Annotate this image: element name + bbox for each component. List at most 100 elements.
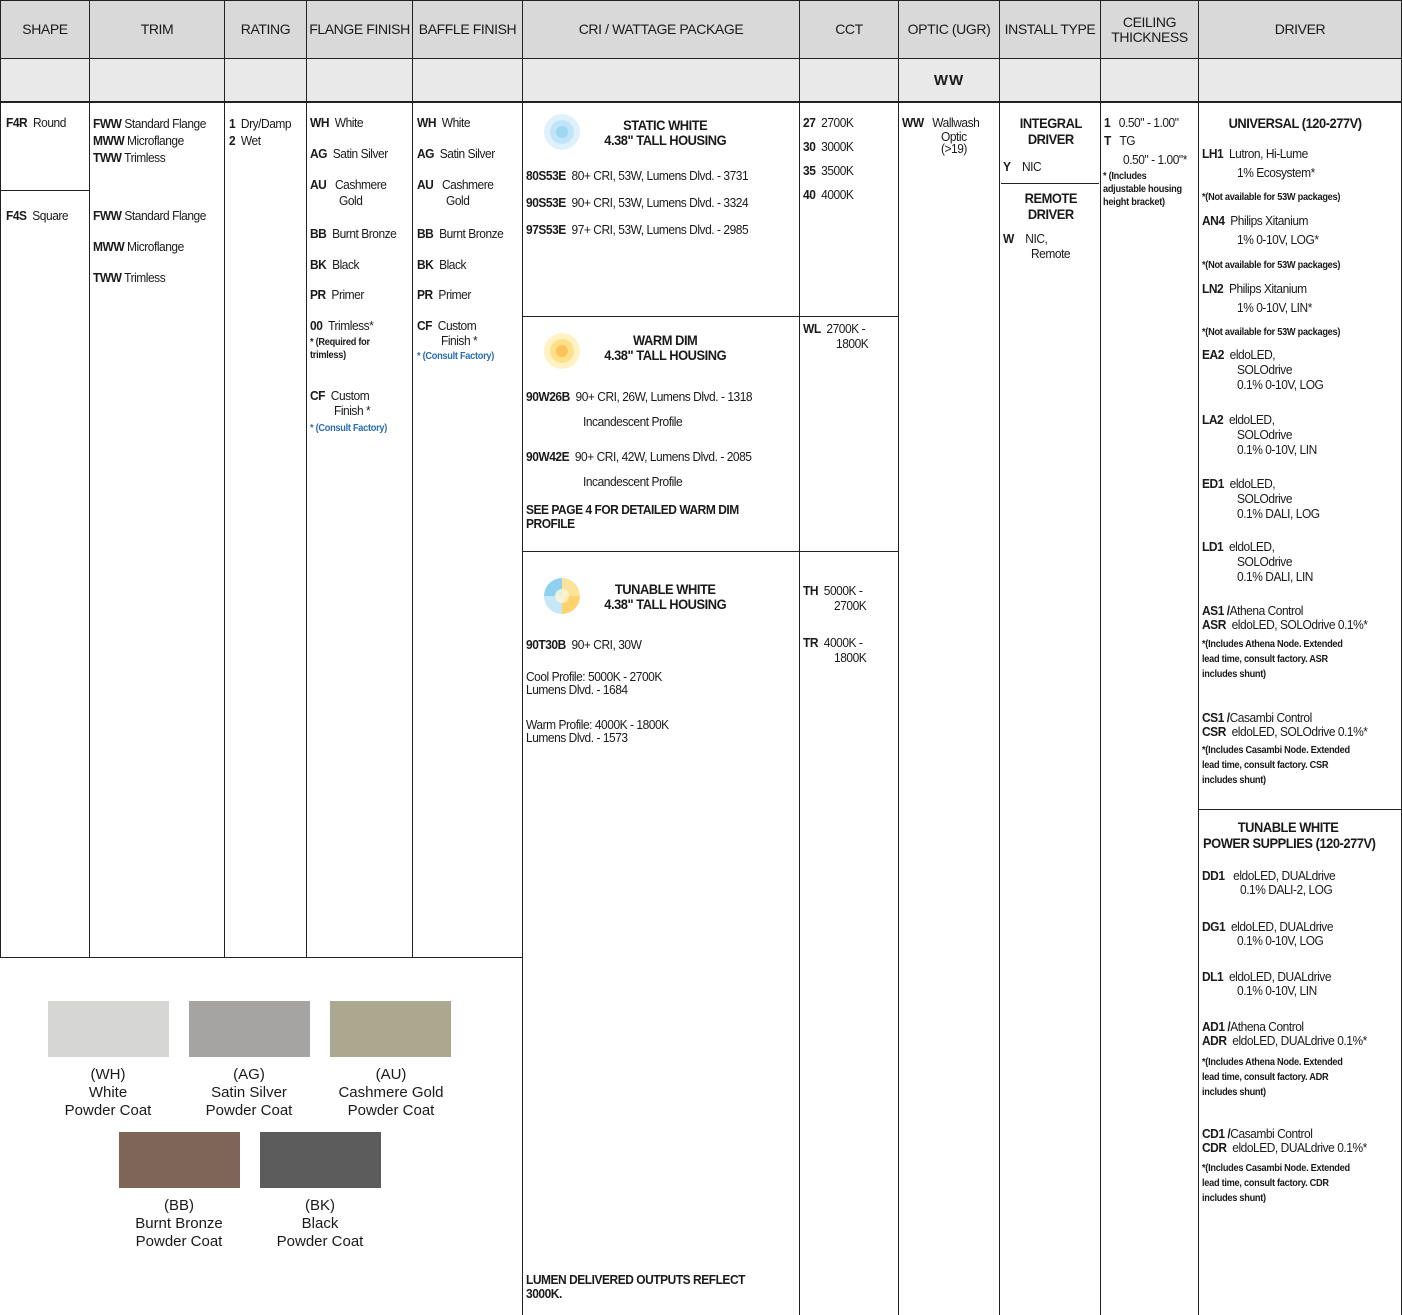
cct-code: 35 [803, 163, 816, 178]
ceiling-code: T [1104, 133, 1111, 148]
cct-th: TH 5000K - [803, 583, 863, 598]
baffle-code: BK [417, 257, 434, 272]
driver-adr: ADR eldoLED, DUALdrive 0.1%* [1202, 1034, 1367, 1048]
driver-note-line: includes shunt) [1202, 775, 1266, 786]
driver-dd1-2: 0.1% DALI-2, LOG [1240, 882, 1333, 897]
rating-code: 2 [229, 133, 236, 148]
ceiling-1: 1 0.50" - 1.00" [1104, 115, 1179, 130]
driver-label: eldoLED, DUALdrive [1230, 919, 1334, 934]
trim-item: FWW Standard Flange [93, 115, 206, 132]
trim-code: MWW [93, 133, 125, 148]
driver-ld1-2: SOLOdrive 0.1% DALI, LIN [1237, 554, 1313, 584]
driver-heading-line: POWER SUPPLIES (120-277V) [1203, 835, 1376, 851]
static-row: 90S53E 90+ CRI, 53W, Lumens Dlvd. - 3324 [526, 195, 749, 210]
flange-ag: AG Satin Silver [310, 146, 388, 161]
warm-note-line: SEE PAGE 4 FOR DETAILED WARM DIM [526, 502, 739, 517]
install-heading-line: DRIVER [1027, 131, 1074, 147]
shape-code: F4R [6, 115, 28, 130]
ceiling-code: 1 [1104, 115, 1111, 130]
driver-label-line: SOLOdrive [1237, 427, 1293, 442]
header-ceiling-thickness: CEILING THICKNESS [1101, 0, 1199, 59]
flange-code: BK [310, 257, 327, 272]
driver-asr: ASR eldoLED, SOLOdrive 0.1%* [1202, 618, 1368, 632]
warm-title-line: WARM DIM [633, 332, 698, 348]
driver-note-line: lead time, consult factory. ADR [1202, 1072, 1329, 1083]
driver-code: EA2 [1202, 347, 1224, 362]
flange-bk: BK Black [310, 257, 360, 272]
optic-label: Wallwash [932, 115, 980, 130]
driver-code: DG1 [1202, 919, 1226, 934]
driver-tunable-heading: TUNABLE WHITE POWER SUPPLIES (120-277V) [1203, 819, 1376, 851]
trim-label: Microflange [127, 133, 184, 148]
driver-note-line: includes shunt) [1202, 1193, 1266, 1204]
driver-label: Athena Control [1230, 1019, 1304, 1034]
package-code: 97S53E [526, 222, 566, 237]
cct-item: 30 3000K [803, 135, 854, 159]
trim-label: Standard Flange [124, 116, 206, 131]
flange-label: Black [332, 257, 360, 272]
swatch-label-cashmere-gold: (AU) Cashmere Gold Powder Coat [306, 1066, 476, 1120]
flange-label: White [334, 115, 364, 130]
driver-ea2: EA2 eldoLED, [1202, 347, 1276, 362]
flange-pr: PR Primer [310, 287, 364, 302]
flange-label: Trimless* [328, 318, 374, 333]
baffle-bb: BB Burnt Bronze [417, 226, 504, 241]
divider [522, 103, 523, 1315]
driver-code: ADR [1202, 1033, 1227, 1048]
flange-cf-note: * (Consult Factory) [310, 423, 388, 434]
baffle-label: Cashmere [441, 177, 494, 192]
driver-cs1: CS1 /Casambi Control [1202, 711, 1312, 725]
driver-label: eldoLED, [1229, 476, 1276, 491]
baffle-code: PR [417, 287, 433, 302]
driver-ln2: LN2 Philips Xitanium [1202, 281, 1307, 296]
trim-label: Standard Flange [124, 208, 206, 223]
subheader-shape [0, 59, 90, 103]
baffle-code: AG [417, 146, 435, 161]
flange-code: CF [310, 388, 326, 403]
driver-code: AD1 / [1202, 1019, 1231, 1034]
baffle-pr: PR Primer [417, 287, 471, 302]
package-label: 97+ CRI, 53W, Lumens Dlvd. - 2985 [571, 222, 749, 237]
package-label: 90+ CRI, 42W, Lumens Dlvd. - 2085 [574, 449, 752, 464]
baffle-code: CF [417, 318, 433, 333]
install-code: W [1003, 231, 1014, 246]
driver-heading-line: TUNABLE WHITE [1237, 819, 1339, 835]
lumen-note-line: 3000K. [526, 1286, 562, 1301]
driver-label: Athena Control [1229, 603, 1304, 618]
divider [1001, 183, 1099, 184]
baffle-wh: WH White [417, 115, 470, 130]
cct-wl-2: 1800K [836, 336, 869, 351]
install-heading-line: REMOTE [1024, 190, 1078, 206]
driver-ln2-2: 1% 0-10V, LIN* [1237, 300, 1312, 315]
install-y: Y NIC [1003, 159, 1042, 174]
header-cri-wattage: CRI / WATTAGE PACKAGE [523, 0, 800, 59]
install-heading-line: DRIVER [1027, 206, 1074, 222]
rating-code: 1 [229, 116, 236, 131]
flange-label: Primer [331, 287, 364, 302]
driver-ld1: LD1 eldoLED, [1202, 540, 1275, 554]
warm-title: WARM DIM 4.38" TALL HOUSING [587, 333, 743, 363]
divider [523, 551, 799, 552]
swatch-name: Cashmere Gold [338, 1084, 444, 1101]
tunable-title-line: TUNABLE WHITE [614, 581, 716, 597]
tunable-line: Lumens Dlvd. - 1684 [526, 682, 628, 697]
ceiling-note-line: * (Includes [1103, 171, 1147, 182]
driver-label-line: SOLOdrive [1237, 491, 1293, 506]
swatch-cashmere-gold [330, 1001, 451, 1057]
baffle-code: AU [417, 177, 434, 192]
static-white-icon [544, 114, 580, 150]
driver-dl1: DL1 eldoLED, DUALdrive [1202, 970, 1331, 984]
ceiling-note: * (Includes adjustable housing height brac… [1103, 170, 1182, 209]
driver-universal-heading: UNIVERSAL (120-277V) [1228, 115, 1362, 131]
driver-code: LH1 [1202, 146, 1224, 161]
cct-list: 27 2700K 30 3000K 35 3500K 40 4000K [803, 111, 854, 207]
flange-code: BB [310, 226, 327, 241]
trim-label: Trimless [124, 270, 166, 285]
rating-label: Dry/Damp [240, 116, 292, 131]
warm-note: SEE PAGE 4 FOR DETAILED WARM DIM PROFILE [526, 503, 739, 531]
shape-code: F4S [6, 208, 27, 223]
driver-ed1: ED1 eldoLED, [1202, 476, 1276, 491]
flange-note: * (Required for trimless) [310, 336, 370, 362]
cct-item: 35 3500K [803, 159, 854, 183]
baffle-au: AU Cashmere [417, 177, 494, 192]
